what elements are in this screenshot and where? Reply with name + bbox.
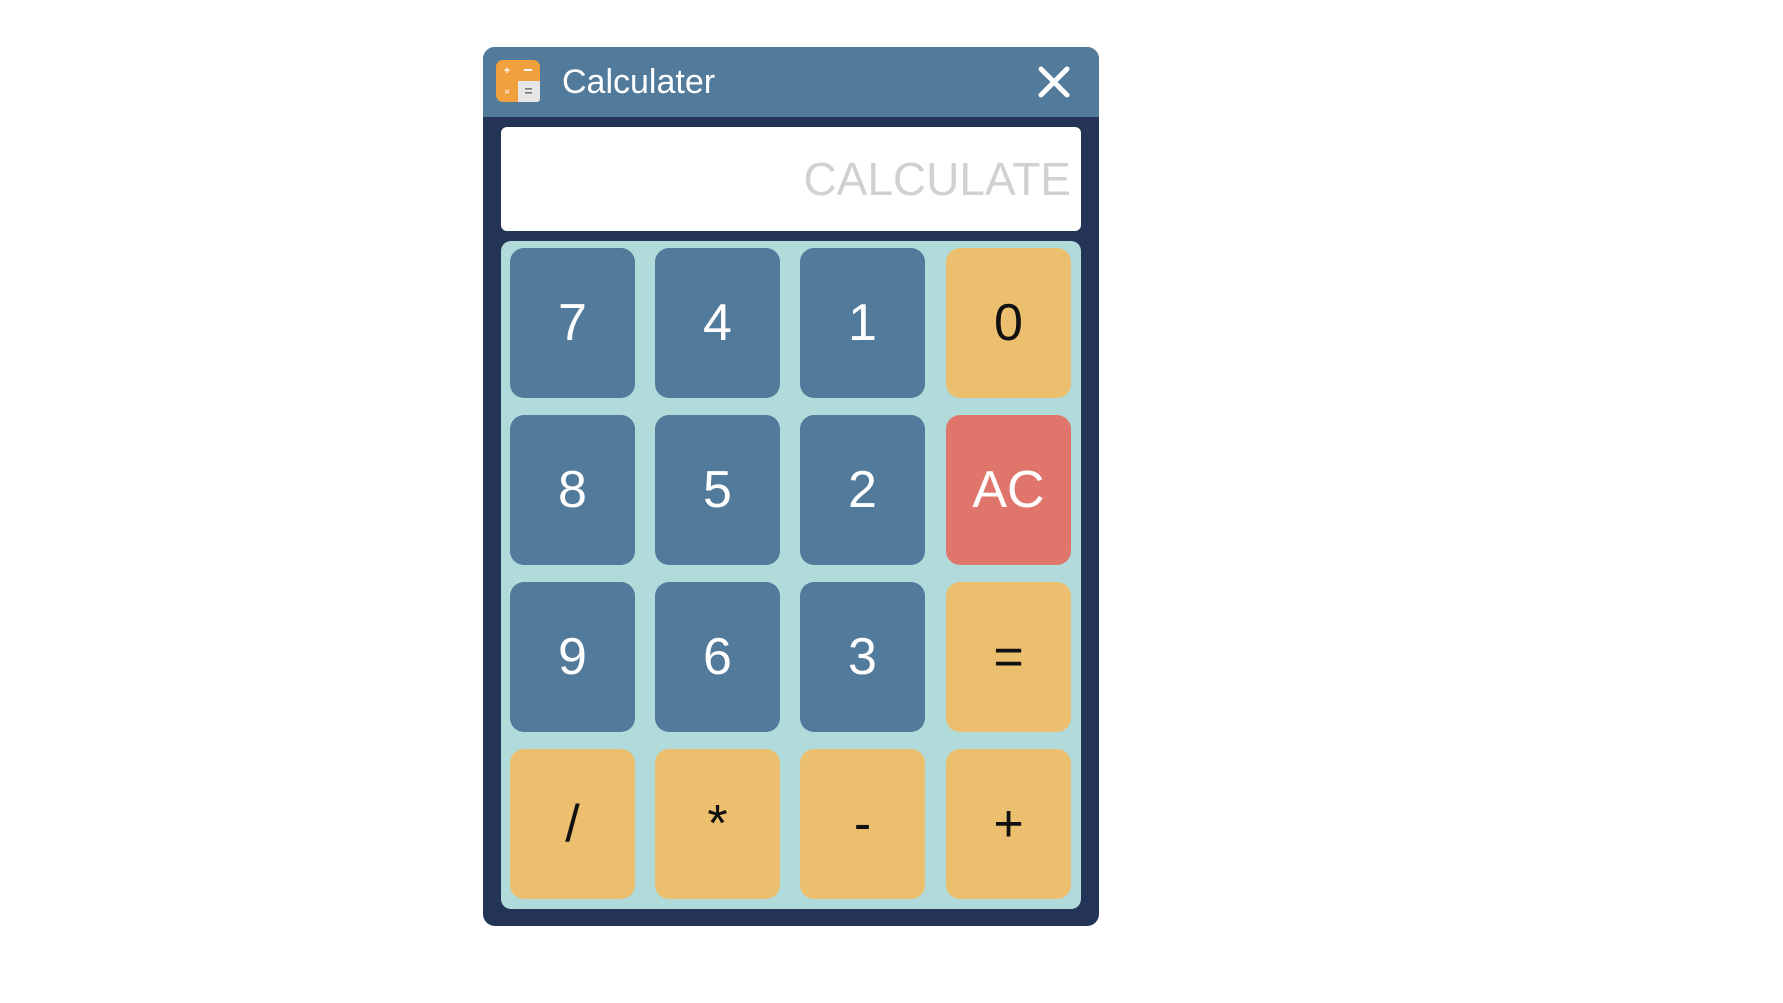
- key-6-button[interactable]: 6: [655, 582, 780, 732]
- calculator-display-input[interactable]: [501, 127, 1081, 231]
- equals-button[interactable]: =: [946, 582, 1071, 732]
- svg-text:+: +: [504, 65, 510, 77]
- keypad: 7 4 1 0 8 5 2 AC 9 6 3 = / * - +: [501, 241, 1081, 909]
- add-button[interactable]: +: [946, 749, 1071, 899]
- calculator-window: + × Calculater 7 4 1 0 8 5 2 AC 9 6 3 = …: [483, 47, 1099, 926]
- window-title: Calculater: [562, 63, 716, 101]
- title-bar[interactable]: + × Calculater: [483, 47, 1099, 117]
- clear-button[interactable]: AC: [946, 415, 1071, 565]
- key-9-button[interactable]: 9: [510, 582, 635, 732]
- key-8-button[interactable]: 8: [510, 415, 635, 565]
- svg-text:×: ×: [504, 87, 510, 98]
- key-4-button[interactable]: 4: [655, 248, 780, 398]
- key-3-button[interactable]: 3: [800, 582, 925, 732]
- key-0-button[interactable]: 0: [946, 248, 1071, 398]
- close-icon[interactable]: [1037, 65, 1071, 99]
- key-5-button[interactable]: 5: [655, 415, 780, 565]
- key-1-button[interactable]: 1: [800, 248, 925, 398]
- key-7-button[interactable]: 7: [510, 248, 635, 398]
- subtract-button[interactable]: -: [800, 749, 925, 899]
- calculator-app-icon: + ×: [496, 60, 540, 102]
- multiply-button[interactable]: *: [655, 749, 780, 899]
- key-2-button[interactable]: 2: [800, 415, 925, 565]
- divide-button[interactable]: /: [510, 749, 635, 899]
